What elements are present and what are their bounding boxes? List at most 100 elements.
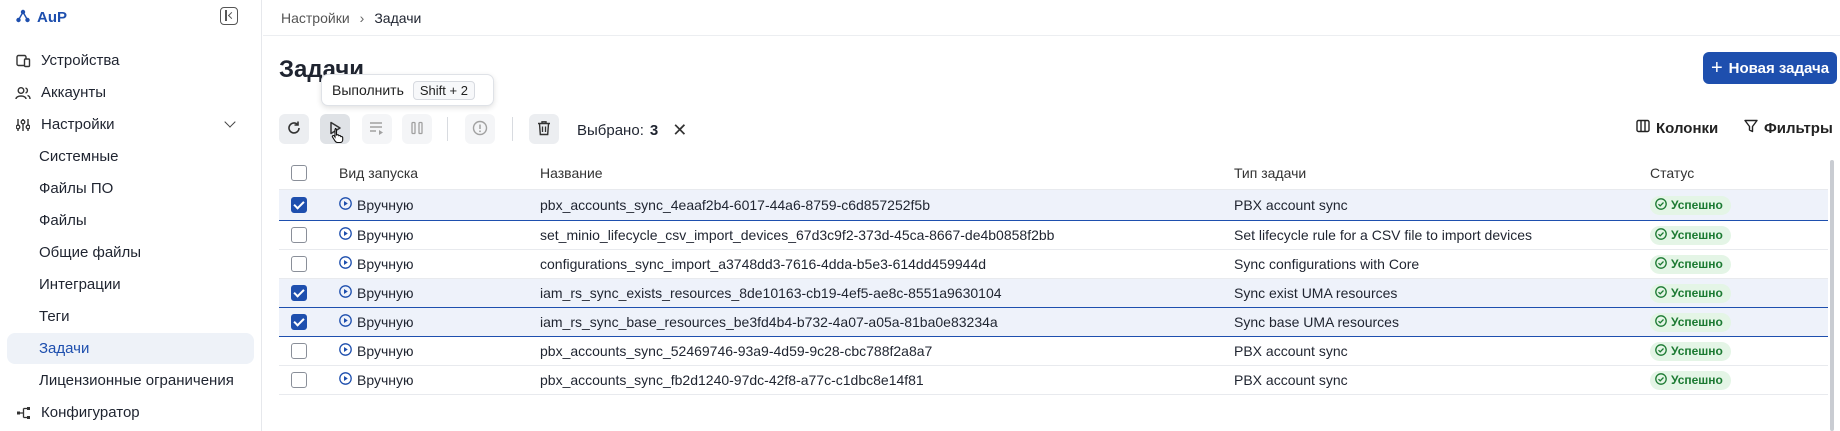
task-type-cell: PBX account sync (1234, 343, 1348, 359)
launch-mode-text: Вручную (357, 314, 414, 330)
new-task-label: Новая задача (1728, 59, 1830, 77)
clear-selection-icon[interactable]: ✕ (672, 120, 687, 141)
sidebar-item-label: Лицензионные ограничения (39, 372, 234, 389)
filters-label: Фильтры (1764, 119, 1833, 137)
run-tooltip: Выполнить Shift + 2 (321, 74, 494, 106)
breadcrumb-separator: › (359, 9, 365, 26)
table-row[interactable]: Вручную pbx_accounts_sync_4eaaf2b4-6017-4… (279, 190, 1828, 221)
brand-name: AuP (37, 8, 67, 26)
task-name-cell[interactable]: pbx_accounts_sync_fb2d1240-97dc-42f8-a77… (540, 372, 924, 388)
check-circle-icon (1655, 285, 1667, 301)
status-text: Успешно (1671, 373, 1723, 387)
status-cell: Успешно (1650, 370, 1731, 390)
table-row[interactable]: Вручную pbx_accounts_sync_fb2d1240-97dc-4… (279, 366, 1828, 395)
task-type-cell: Sync base UMA resources (1234, 314, 1399, 330)
collapse-sidebar-icon[interactable] (220, 7, 238, 25)
status-badge: Успешно (1650, 312, 1731, 332)
launch-mode-cell: Вручную (339, 343, 414, 359)
play-circle-icon (339, 372, 352, 388)
status-cell: Успешно (1650, 341, 1731, 361)
launch-mode-cell: Вручную (339, 256, 414, 272)
sidebar: AuP Устройства Аккаунты Настройки Систем… (0, 0, 262, 431)
launch-mode-cell: Вручную (339, 197, 414, 213)
scrollbar[interactable] (1830, 160, 1834, 431)
table-row[interactable]: Вручную set_minio_lifecycle_csv_import_de… (279, 221, 1828, 250)
sidebar-item-accounts[interactable]: Аккаунты (7, 77, 254, 108)
sliders-icon (15, 117, 31, 133)
task-name-cell[interactable]: iam_rs_sync_exists_resources_8de10163-cb… (540, 285, 1002, 301)
row-checkbox[interactable] (291, 285, 307, 301)
launch-mode-text: Вручную (357, 227, 414, 243)
launch-mode-text: Вручную (357, 285, 414, 301)
task-name-cell[interactable]: set_minio_lifecycle_csv_import_devices_6… (540, 227, 1054, 243)
row-checkbox[interactable] (291, 197, 307, 213)
sidebar-item-shared-files[interactable]: Общие файлы (7, 237, 254, 268)
check-circle-icon (1655, 197, 1667, 213)
row-checkbox[interactable] (291, 227, 307, 243)
alert-circle-icon (472, 120, 488, 139)
table-header: Вид запуска Название Тип задачи Статус (279, 157, 1828, 190)
sidebar-item-label: Системные (39, 148, 119, 165)
refresh-icon (286, 120, 302, 139)
row-checkbox[interactable] (291, 314, 307, 330)
row-checkbox[interactable] (291, 256, 307, 272)
columns-button[interactable]: Колонки (1636, 119, 1718, 137)
status-text: Успешно (1671, 257, 1723, 271)
sidebar-item-files[interactable]: Файлы (7, 205, 254, 236)
queue-button[interactable] (362, 114, 392, 144)
status-cell: Успешно (1650, 312, 1731, 332)
row-checkbox[interactable] (291, 372, 307, 388)
pause-button[interactable] (402, 114, 432, 144)
sidebar-item-label: Файлы (39, 212, 87, 229)
task-name-cell[interactable]: pbx_accounts_sync_52469746-93a9-4d59-9c2… (540, 343, 932, 359)
table-row[interactable]: Вручную iam_rs_sync_base_resources_be3fd4… (279, 308, 1828, 337)
task-name-cell[interactable]: pbx_accounts_sync_4eaaf2b4-6017-44a6-875… (540, 197, 930, 213)
table-row[interactable]: Вручную pbx_accounts_sync_52469746-93a9-4… (279, 337, 1828, 366)
task-type-cell: PBX account sync (1234, 372, 1348, 388)
header-type[interactable]: Тип задачи (1234, 165, 1306, 181)
header-mode[interactable]: Вид запуска (339, 165, 418, 181)
status-badge: Успешно (1650, 341, 1731, 361)
toolbar-divider (512, 117, 513, 141)
sidebar-item-label: Настройки (41, 116, 115, 133)
status-badge: Успешно (1650, 225, 1731, 245)
play-circle-icon (339, 227, 352, 243)
sidebar-item-configurator[interactable]: Конфигуратор (7, 397, 254, 428)
launch-mode-text: Вручную (357, 343, 414, 359)
selection-info: Выбрано: 3 ✕ (577, 120, 687, 141)
sidebar-item-label: Задачи (39, 340, 90, 357)
sidebar-item-integrations[interactable]: Интеграции (7, 269, 254, 300)
sidebar-item-settings[interactable]: Настройки (7, 109, 254, 140)
task-name-cell[interactable]: iam_rs_sync_base_resources_be3fd4b4-b732… (540, 314, 998, 330)
run-button[interactable] (320, 114, 350, 144)
chevron-down-icon (224, 116, 236, 128)
header-name[interactable]: Название (540, 165, 603, 181)
toolbar-divider (447, 117, 448, 141)
play-circle-icon (339, 314, 352, 330)
sidebar-item-devices[interactable]: Устройства (7, 45, 254, 76)
sidebar-item-tags[interactable]: Теги (7, 301, 254, 332)
sidebar-item-system[interactable]: Системные (7, 141, 254, 172)
delete-button[interactable] (529, 114, 559, 144)
stop-button[interactable] (465, 114, 495, 144)
header-status[interactable]: Статус (1650, 165, 1694, 181)
sidebar-item-software-files[interactable]: Файлы ПО (7, 173, 254, 204)
new-task-button[interactable]: + Новая задача (1703, 52, 1837, 84)
refresh-button[interactable] (279, 114, 309, 144)
brand[interactable]: AuP (16, 6, 67, 28)
task-type-cell: PBX account sync (1234, 197, 1348, 213)
status-cell: Успешно (1650, 254, 1731, 274)
filters-button[interactable]: Фильтры (1744, 119, 1833, 137)
table-row[interactable]: Вручную iam_rs_sync_exists_resources_8de1… (279, 279, 1828, 308)
task-type-cell: Sync exist UMA resources (1234, 285, 1398, 301)
row-checkbox[interactable] (291, 343, 307, 359)
table-row[interactable]: Вручную configurations_sync_import_a3748d… (279, 250, 1828, 279)
play-circle-icon (339, 343, 352, 359)
check-circle-icon (1655, 372, 1667, 388)
sidebar-item-tasks[interactable]: Задачи (7, 333, 254, 364)
sidebar-item-license-limits[interactable]: Лицензионные ограничения (7, 365, 254, 396)
select-all-checkbox[interactable] (291, 165, 307, 181)
task-name-cell[interactable]: configurations_sync_import_a3748dd3-7616… (540, 256, 986, 272)
status-text: Успешно (1671, 344, 1723, 358)
breadcrumb-parent[interactable]: Настройки (281, 10, 350, 26)
